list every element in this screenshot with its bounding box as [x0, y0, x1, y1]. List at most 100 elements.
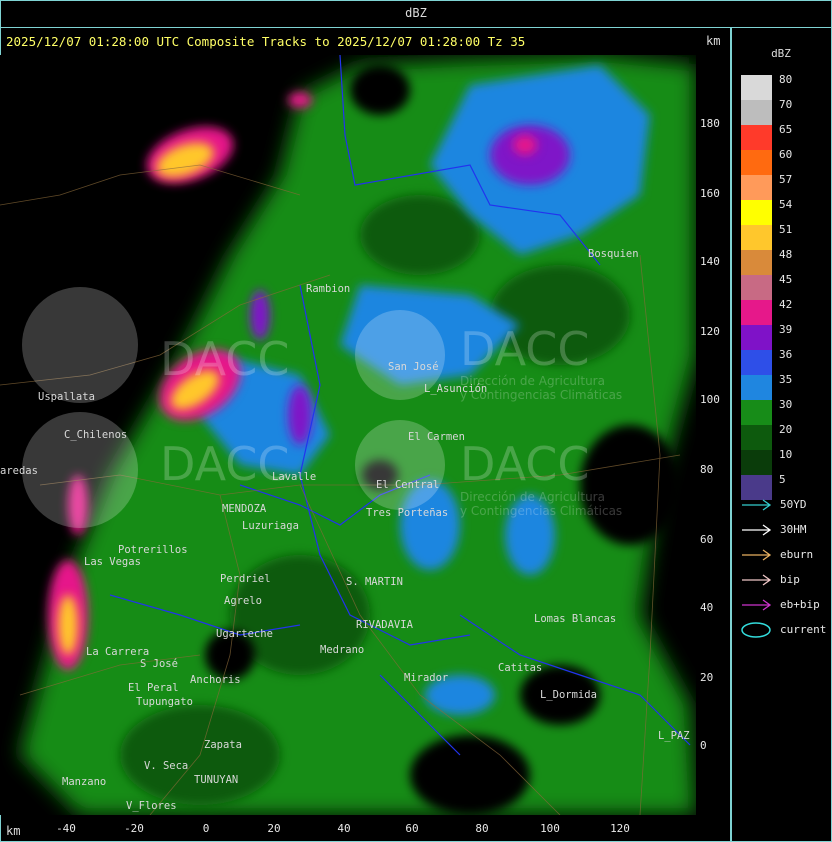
legend-level-label: 20 — [779, 423, 793, 436]
place-label: La Carrera — [86, 646, 149, 658]
place-label: Anchoris — [190, 674, 241, 686]
legend-swatch — [741, 375, 772, 400]
place-label: Luzuriaga — [242, 520, 299, 532]
legend-level-label: 51 — [779, 223, 793, 236]
track-label: eb+bip — [780, 598, 820, 611]
place-label: RIVADAVIA — [356, 619, 414, 631]
legend-swatch — [741, 100, 772, 125]
legend-swatch — [741, 425, 772, 450]
legend-level-label: 80 — [779, 73, 793, 86]
legend-swatch — [741, 400, 772, 425]
legend-level-label: 42 — [779, 298, 793, 311]
track-label: current — [780, 623, 827, 636]
place-label: Bosquien — [588, 248, 639, 260]
x-tick-label: 60 — [405, 822, 419, 835]
watermark-text-1: DACC — [160, 332, 290, 386]
place-label: V. Seca — [144, 760, 188, 772]
legend-level-label: 57 — [779, 173, 793, 186]
place-label: Tupungato — [136, 696, 193, 708]
radar-map[interactable]: DACC DACC DACC DACC Dirección de Agricul… — [0, 55, 696, 815]
place-label: C_Chilenos — [64, 429, 127, 441]
legend-title: dBZ — [771, 47, 791, 60]
legend-swatch — [741, 225, 772, 250]
place-label: El Peral — [128, 682, 179, 694]
place-label: TUNUYAN — [194, 774, 238, 786]
place-label: L_PAZ — [658, 730, 690, 742]
legend-level-label: 39 — [779, 323, 793, 336]
place-label: S José — [140, 658, 178, 670]
x-tick-label: 120 — [610, 822, 630, 835]
place-label: Lomas Blancas — [534, 613, 616, 625]
legend-swatch — [741, 75, 772, 100]
legend-level-label: 54 — [779, 198, 793, 211]
legend-level-label: 35 — [779, 373, 793, 386]
watermark-text-3: DACC — [160, 437, 290, 491]
legend-swatch — [741, 350, 772, 375]
watermark-text-4: DACC — [460, 437, 590, 491]
place-label: S. MARTIN — [346, 576, 403, 588]
x-tick-label: 0 — [202, 822, 210, 835]
track-arrow-icon — [742, 574, 772, 586]
legend-swatch — [741, 450, 772, 475]
y-tick-label: 40 — [700, 601, 714, 614]
place-label: Rambion — [306, 283, 350, 295]
place-label: Manzano — [62, 776, 106, 788]
legend-swatch — [741, 325, 772, 350]
track-label: bip — [780, 573, 800, 586]
place-label: Agrelo — [224, 595, 262, 607]
legend-swatch — [741, 125, 772, 150]
place-label: Medrano — [320, 644, 364, 656]
legend-level-label: 65 — [779, 123, 793, 136]
composite-header: 2025/12/07 01:28:00 UTC Composite Tracks… — [6, 34, 526, 49]
place-label: San José — [388, 361, 439, 373]
place-label: Zapata — [204, 739, 242, 751]
place-label: El Central — [376, 479, 439, 491]
y-tick-label: 100 — [700, 393, 720, 406]
y-tick-label: 0 — [700, 739, 707, 752]
legend-swatch — [741, 275, 772, 300]
place-label: MENDOZA — [222, 503, 267, 515]
place-label: aredas — [0, 465, 38, 477]
track-arrow-icon — [742, 549, 772, 561]
place-label: Perdriel — [220, 573, 271, 585]
km-unit-top: km — [706, 34, 721, 48]
y-tick-label: 80 — [700, 463, 714, 476]
legend-level-label: 45 — [779, 273, 793, 286]
legend-swatch — [741, 300, 772, 325]
watermark-sub-3: Dirección de Agricultura — [460, 490, 605, 504]
y-tick-label: 140 — [700, 255, 720, 268]
watermark-text-2: DACC — [460, 322, 590, 376]
current-ellipse-icon — [741, 622, 771, 638]
track-label: 50YD — [780, 498, 807, 511]
place-label: V_Flores — [126, 800, 177, 812]
track-arrow-icon — [742, 499, 772, 511]
y-tick-label: 20 — [700, 671, 714, 684]
place-label: L_Dormida — [540, 689, 597, 701]
place-label: Lavalle — [272, 471, 316, 483]
y-tick-label: 120 — [700, 325, 720, 338]
legend-level-label: 48 — [779, 248, 793, 261]
legend-swatch — [741, 250, 772, 275]
place-label: Potrerillos — [118, 544, 188, 556]
legend-swatch — [741, 200, 772, 225]
legend-level-label: 60 — [779, 148, 793, 161]
y-tick-label: 160 — [700, 187, 720, 200]
legend-swatch — [741, 150, 772, 175]
legend-level-label: 5 — [779, 473, 786, 486]
track-arrow-icon — [742, 599, 772, 611]
legend-level-label: 30 — [779, 398, 793, 411]
x-tick-label: 40 — [337, 822, 351, 835]
y-tick-label: 180 — [700, 117, 720, 130]
legend-level-label: 10 — [779, 448, 793, 461]
place-label: Tres Porteñas — [366, 507, 448, 519]
x-tick-label: 20 — [267, 822, 281, 835]
watermark-sub-4: y Contingencias Climáticas — [460, 504, 622, 518]
legend-swatch — [741, 175, 772, 200]
place-label: L_Asunción — [424, 383, 487, 395]
place-label: Las Vegas — [84, 556, 141, 568]
x-tick-label: 100 — [540, 822, 560, 835]
track-arrow-icon — [742, 524, 772, 536]
km-unit-bottom: km — [6, 824, 21, 838]
legend-level-label: 36 — [779, 348, 793, 361]
legend-level-label: 70 — [779, 98, 793, 111]
